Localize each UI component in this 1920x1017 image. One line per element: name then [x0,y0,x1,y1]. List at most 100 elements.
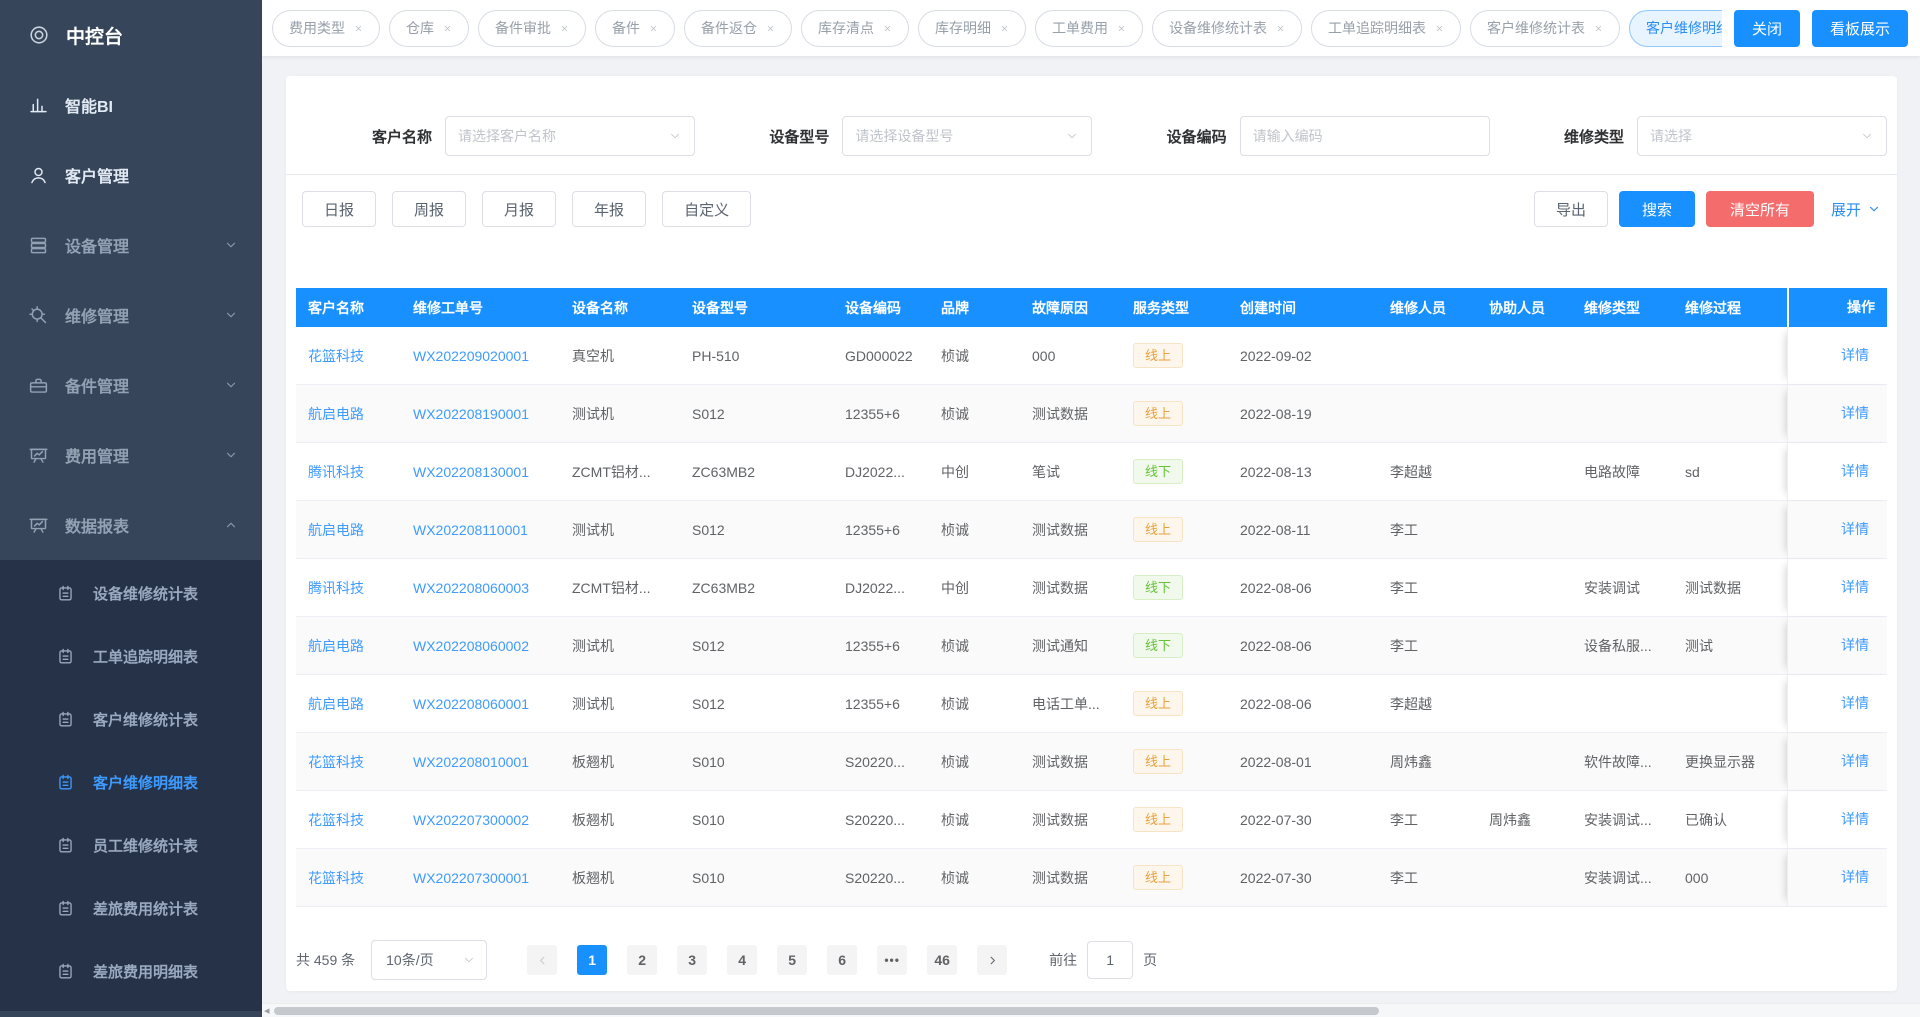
customer-link[interactable]: 腾讯科技 [308,580,364,596]
report-panel: 客户名称请选择客户名称设备型号请选择设备型号设备编码维修类型请选择 日报周报月报… [286,76,1897,991]
more-pages-button[interactable]: ••• [877,945,907,975]
period-button-5[interactable]: 自定义 [662,191,751,227]
tab-9[interactable]: 设备维修统计表 [1152,10,1302,47]
sidebar-subitem-7[interactable]: 差旅费用明细表 [0,940,262,1003]
sidebar-item-6[interactable]: 费用管理 [0,420,262,490]
prev-page-button[interactable] [527,945,557,975]
scrollbar-thumb[interactable] [274,1007,1379,1015]
detail-link[interactable]: 详情 [1841,463,1869,479]
goto-page-input[interactable] [1087,941,1133,979]
tab-7[interactable]: 库存明细 [918,10,1026,47]
close-tab-icon[interactable] [560,24,569,33]
cell-model: S012 [680,638,833,654]
detail-link[interactable]: 详情 [1841,579,1869,595]
period-button-4[interactable]: 年报 [572,191,646,227]
customer-link[interactable]: 花篮科技 [308,812,364,828]
close-tab-icon[interactable] [443,24,452,33]
period-button-2[interactable]: 周报 [392,191,466,227]
customer-link[interactable]: 花篮科技 [308,870,364,886]
next-page-button[interactable] [977,945,1007,975]
page-button-6[interactable]: 6 [827,945,857,975]
page-button-3[interactable]: 3 [677,945,707,975]
sidebar-item-1[interactable]: 智能BI [0,70,262,140]
customer-link[interactable]: 腾讯科技 [308,464,364,480]
customer-link[interactable]: 航启电路 [308,696,364,712]
close-tab-icon[interactable] [649,24,658,33]
scroll-left-arrow-icon[interactable]: ◂ [264,1004,270,1017]
filter-select[interactable]: 请选择设备型号 [842,116,1092,156]
close-tab-icon[interactable] [1276,24,1285,33]
tab-5[interactable]: 备件返仓 [684,10,792,47]
customer-link[interactable]: 花篮科技 [308,754,364,770]
tab-1[interactable]: 费用类型 [272,10,380,47]
sidebar-item-3[interactable]: 设备管理 [0,210,262,280]
customer-link[interactable]: 航启电路 [308,522,364,538]
sidebar-subitem-6[interactable]: 差旅费用统计表 [0,877,262,940]
close-tab-icon[interactable] [1117,24,1126,33]
sidebar-item-2[interactable]: 客户管理 [0,140,262,210]
page-button-4[interactable]: 4 [727,945,757,975]
period-button-1[interactable]: 日报 [302,191,376,227]
detail-link[interactable]: 详情 [1841,753,1869,769]
customer-link[interactable]: 花篮科技 [308,348,364,364]
customer-link[interactable]: 航启电路 [308,406,364,422]
close-tab-icon[interactable] [1435,24,1444,33]
detail-link[interactable]: 详情 [1841,695,1869,711]
detail-link[interactable]: 详情 [1841,811,1869,827]
order-link[interactable]: WX202208060002 [413,638,529,654]
tab-10[interactable]: 工单追踪明细表 [1311,10,1461,47]
order-link[interactable]: WX202208110001 [413,522,528,538]
order-link[interactable]: WX202207300002 [413,812,529,828]
detail-link[interactable]: 详情 [1841,405,1869,421]
order-link[interactable]: WX202208010001 [413,754,529,770]
close-tab-icon[interactable] [1000,24,1009,33]
sidebar-subitem-5[interactable]: 员工维修统计表 [0,814,262,877]
clear-all-button[interactable]: 清空所有 [1706,191,1814,227]
tab-11[interactable]: 客户维修统计表 [1470,10,1620,47]
tab-2[interactable]: 仓库 [389,10,469,47]
board-display-button[interactable]: 看板展示 [1812,10,1908,47]
order-link[interactable]: WX202209020001 [413,348,529,364]
order-link[interactable]: WX202207300001 [413,870,529,886]
page-button-1[interactable]: 1 [577,945,607,975]
order-link[interactable]: WX202208190001 [413,406,529,422]
detail-link[interactable]: 详情 [1841,347,1869,363]
expand-toggle[interactable]: 展开 [1831,199,1881,220]
customer-link[interactable]: 航启电路 [308,638,364,654]
sidebar-subitem-2[interactable]: 工单追踪明细表 [0,625,262,688]
tab-8[interactable]: 工单费用 [1035,10,1143,47]
detail-link[interactable]: 详情 [1841,869,1869,885]
detail-link[interactable]: 详情 [1841,637,1869,653]
sidebar-item-7[interactable]: 数据报表 [0,490,262,560]
sidebar-subitem-1[interactable]: 设备维修统计表 [0,562,262,625]
sidebar-item-5[interactable]: 备件管理 [0,350,262,420]
close-tab-icon[interactable] [354,24,363,33]
period-button-3[interactable]: 月报 [482,191,556,227]
page-button-46[interactable]: 46 [927,945,957,975]
filter-select[interactable]: 请选择客户名称 [445,116,695,156]
sidebar-item-4[interactable]: 维修管理 [0,280,262,350]
page-button-5[interactable]: 5 [777,945,807,975]
order-link[interactable]: WX202208060001 [413,696,529,712]
close-tab-icon[interactable] [1594,24,1603,33]
tab-12[interactable]: 客户维修明细表 [1629,10,1722,47]
order-link[interactable]: WX202208060003 [413,580,529,596]
sidebar-subitem-4[interactable]: 客户维修明细表 [0,751,262,814]
close-tab-icon[interactable] [883,24,892,33]
close-tab-icon[interactable] [766,24,775,33]
filter-input[interactable] [1240,116,1490,156]
export-button[interactable]: 导出 [1534,191,1608,227]
sidebar-subitem-3[interactable]: 客户维修统计表 [0,688,262,751]
page-button-2[interactable]: 2 [627,945,657,975]
search-button[interactable]: 搜索 [1619,191,1695,227]
close-button[interactable]: 关闭 [1734,10,1800,47]
order-link[interactable]: WX202208130001 [413,464,529,480]
tab-3[interactable]: 备件审批 [478,10,586,47]
page-size-select[interactable]: 10条/页 [371,940,487,980]
detail-link[interactable]: 详情 [1841,521,1869,537]
filter-select[interactable]: 请选择 [1637,116,1887,156]
cell-device: 真空机 [560,346,680,366]
tab-4[interactable]: 备件 [595,10,675,47]
tab-6[interactable]: 库存清点 [801,10,909,47]
horizontal-scrollbar[interactable]: ◂ [262,1003,1920,1017]
